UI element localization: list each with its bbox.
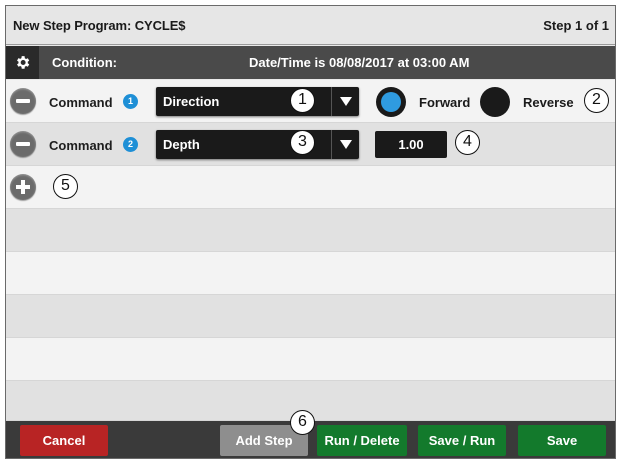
add-command-row	[6, 166, 615, 209]
command-label-1: Command	[49, 95, 113, 110]
command-1-select[interactable]: Direction	[156, 87, 359, 116]
callout-marker: 6	[290, 410, 315, 435]
callout-marker: 3	[290, 130, 315, 155]
reverse-label: Reverse	[523, 95, 574, 110]
run-delete-button[interactable]: Run / Delete	[317, 425, 407, 456]
forward-radio[interactable]	[376, 87, 406, 117]
condition-value[interactable]: Date/Time is 08/08/2017 at 03:00 AM	[249, 55, 469, 70]
depth-value-field[interactable]: 1.00	[375, 131, 447, 158]
callout-marker: 5	[53, 174, 78, 199]
cancel-button[interactable]: Cancel	[20, 425, 108, 456]
save-run-button[interactable]: Save / Run	[418, 425, 506, 456]
reverse-radio[interactable]	[480, 87, 510, 117]
callout-marker: 2	[584, 88, 609, 113]
command-label-2: Command	[49, 138, 113, 153]
remove-command-1-button[interactable]	[10, 88, 36, 114]
program-label: New Step Program:	[13, 18, 132, 33]
forward-label: Forward	[419, 95, 471, 110]
title-bar: New Step Program: CYCLE$ Step 1 of 1	[6, 6, 615, 45]
empty-row	[6, 295, 615, 338]
command-number-badge-2: 2	[123, 137, 138, 152]
chevron-down-icon[interactable]	[331, 130, 359, 159]
empty-row	[6, 209, 615, 252]
command-2-select[interactable]: Depth	[156, 130, 359, 159]
step-indicator: Step 1 of 1	[543, 18, 609, 33]
add-command-button[interactable]	[10, 174, 36, 200]
chevron-down-icon[interactable]	[331, 87, 359, 116]
remove-command-2-button[interactable]	[10, 131, 36, 157]
command-1-select-value: Direction	[163, 94, 220, 109]
save-button[interactable]: Save	[518, 425, 606, 456]
program-name: CYCLE$	[134, 18, 186, 33]
step-program-window: New Step Program: CYCLE$ Step 1 of 1 Con…	[5, 5, 616, 459]
command-2-select-value: Depth	[163, 137, 200, 152]
condition-label: Condition:	[52, 55, 117, 70]
program-title: New Step Program: CYCLE$	[13, 18, 186, 33]
empty-row	[6, 252, 615, 295]
condition-bar[interactable]: Condition: Date/Time is 08/08/2017 at 03…	[6, 46, 615, 79]
empty-row	[6, 338, 615, 381]
callout-marker: 1	[290, 88, 315, 113]
command-number-badge-1: 1	[123, 94, 138, 109]
callout-marker: 4	[455, 130, 480, 155]
gear-icon[interactable]	[6, 46, 39, 79]
